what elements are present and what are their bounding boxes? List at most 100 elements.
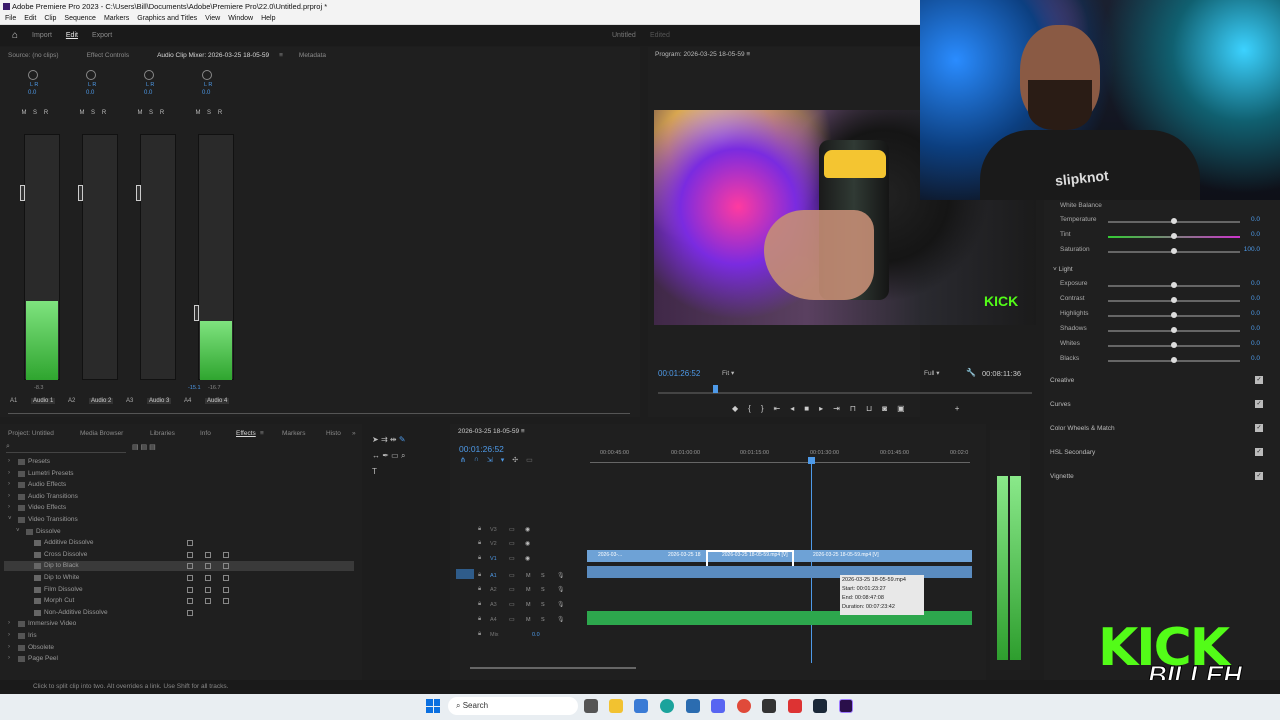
taskbar-search[interactable]: ⌕ Search	[448, 697, 578, 715]
camera-icon[interactable]: ◙	[882, 404, 887, 413]
mic-icon[interactable]: 🎙︎	[557, 616, 565, 623]
effects-item[interactable]: Immersive Video	[28, 620, 76, 627]
lumetri-value[interactable]: 0.0	[1251, 355, 1260, 362]
fader-handle[interactable]	[78, 185, 83, 201]
menu-sequence[interactable]: Sequence	[64, 15, 96, 22]
snap-icon[interactable]: ⋔	[460, 456, 466, 464]
pen-tool-icon[interactable]: ✒	[382, 451, 389, 460]
app-icon-2[interactable]	[762, 699, 776, 713]
lock-icon[interactable]: 🔒︎	[478, 555, 481, 562]
play-icon[interactable]: ▸	[819, 404, 823, 413]
extract-icon[interactable]: ⊔	[866, 404, 872, 413]
add-button-icon[interactable]: +	[955, 404, 960, 413]
tab-source[interactable]: Source: (no clips)	[8, 52, 59, 59]
quality-select[interactable]: Full ▾	[924, 369, 940, 377]
mark-in-icon[interactable]: {	[748, 404, 751, 413]
program-playhead[interactable]	[713, 385, 718, 393]
effects-item[interactable]: Dip to White	[44, 574, 79, 581]
channel-r-button[interactable]: R	[216, 110, 224, 118]
wrench-icon[interactable]: 🔧	[966, 368, 976, 377]
tab-info[interactable]: Info	[200, 430, 236, 437]
pan-knob-icon[interactable]	[28, 70, 38, 80]
section-checkbox[interactable]: ✓	[1255, 376, 1263, 384]
mic-icon[interactable]: 🎙︎	[557, 572, 565, 579]
lumetri-value[interactable]: 0.0	[1251, 325, 1260, 332]
eye-icon[interactable]: ◉	[525, 526, 530, 533]
lock-icon[interactable]: 🔒︎	[478, 631, 481, 638]
menu-edit[interactable]: Edit	[24, 15, 36, 22]
track-label[interactable]: A1	[490, 573, 497, 579]
lift-icon[interactable]: ⊓	[850, 404, 856, 413]
lock-icon[interactable]: 🔒︎	[478, 601, 481, 608]
effects-item[interactable]: Additive Dissolve	[44, 539, 94, 546]
fader-handle[interactable]	[20, 185, 25, 201]
slip-tool-icon[interactable]: ↔	[372, 451, 380, 460]
lumetri-slider-knob[interactable]	[1171, 297, 1177, 303]
effects-item[interactable]: Morph Cut	[44, 597, 74, 604]
lumetri-section-0[interactable]: Creative	[1050, 377, 1074, 384]
channel-s-button[interactable]: S	[205, 110, 213, 118]
razor-tool-icon[interactable]: ✎	[399, 435, 406, 444]
timeline-scrollbar[interactable]	[470, 667, 636, 669]
track-label[interactable]: V3	[490, 527, 497, 533]
effects-item[interactable]: Page Peel	[28, 655, 58, 662]
add-marker-icon[interactable]: ◆	[732, 404, 738, 413]
edge-icon[interactable]	[660, 699, 674, 713]
timeline-tab[interactable]: 2026-03-25 18-05-59 ≡	[458, 428, 525, 435]
track-m-button[interactable]: M	[526, 573, 531, 579]
effects-item[interactable]: Film Dissolve	[44, 586, 83, 593]
home-icon[interactable]: ⌂	[12, 30, 18, 41]
channel-m-button[interactable]: M	[136, 110, 144, 118]
fader-handle[interactable]	[136, 185, 141, 201]
timeline-timecode[interactable]: 00:01:26:52	[459, 444, 504, 454]
track-label[interactable]: A3	[490, 602, 497, 608]
track-m-button[interactable]: M	[526, 602, 531, 608]
effects-item[interactable]: Non-Additive Dissolve	[44, 609, 108, 616]
effects-item[interactable]: Obsolete	[28, 644, 54, 651]
lumetri-slider-knob[interactable]	[1171, 282, 1177, 288]
start-icon[interactable]	[426, 699, 440, 713]
rectangle-tool-icon[interactable]: ▭	[391, 451, 399, 460]
sync-lock-icon[interactable]: ▭	[509, 526, 515, 533]
more-tabs-icon[interactable]: »	[352, 430, 356, 437]
effects-item[interactable]: Lumetri Presets	[28, 470, 74, 477]
tab-edit[interactable]: Edit	[66, 32, 78, 39]
premiere-taskbar-icon[interactable]	[839, 699, 853, 713]
channel-m-button[interactable]: M	[194, 110, 202, 118]
pan-knob-icon[interactable]	[86, 70, 96, 80]
pan-knob-icon[interactable]	[202, 70, 212, 80]
channel-r-button[interactable]: R	[158, 110, 166, 118]
file-explorer-icon[interactable]	[609, 699, 623, 713]
program-tab[interactable]: Program: 2026-03-25 18-05-59 ≡	[655, 51, 750, 58]
lumetri-section-3[interactable]: HSL Secondary	[1050, 449, 1095, 456]
lumetri-slider-knob[interactable]	[1171, 312, 1177, 318]
channel-r-button[interactable]: R	[42, 110, 50, 118]
channel-s-button[interactable]: S	[89, 110, 97, 118]
panel-menu-icon[interactable]: ≡	[260, 430, 282, 437]
track-select-icon[interactable]: ⇉	[381, 435, 388, 444]
expand-arrow-icon[interactable]: ›	[8, 481, 10, 487]
selection-tool-icon[interactable]: ➤	[372, 435, 379, 444]
lumetri-section-1[interactable]: Curves	[1050, 401, 1071, 408]
lumetri-value[interactable]: 0.0	[1251, 231, 1260, 238]
effects-item[interactable]: Video Transitions	[28, 516, 78, 523]
channel-r-button[interactable]: R	[100, 110, 108, 118]
lumetri-value[interactable]: 0.0	[1251, 280, 1260, 287]
type-tool-icon[interactable]: T	[372, 467, 377, 476]
sync-lock-icon[interactable]: ▭	[509, 540, 515, 547]
panel-menu-icon[interactable]: ≡	[279, 52, 283, 59]
menu-window[interactable]: Window	[228, 15, 253, 22]
section-checkbox[interactable]: ✓	[1255, 472, 1263, 480]
tab-audio-clip-mixer[interactable]: Audio Clip Mixer: 2026-03-25 18-05-59	[157, 52, 269, 59]
menu-file[interactable]: File	[5, 15, 16, 22]
app-icon-3[interactable]	[788, 699, 802, 713]
expand-arrow-icon[interactable]: ›	[8, 470, 10, 476]
discord-icon[interactable]	[711, 699, 725, 713]
track-s-button[interactable]: S	[541, 587, 545, 593]
lumetri-slider-knob[interactable]	[1171, 248, 1177, 254]
lumetri-slider-knob[interactable]	[1171, 218, 1177, 224]
sync-lock-icon[interactable]: ▭	[509, 616, 515, 623]
steam-icon[interactable]	[813, 699, 827, 713]
effects-item[interactable]: Dip to Black	[44, 562, 79, 569]
lock-icon[interactable]: 🔒︎	[478, 540, 481, 547]
